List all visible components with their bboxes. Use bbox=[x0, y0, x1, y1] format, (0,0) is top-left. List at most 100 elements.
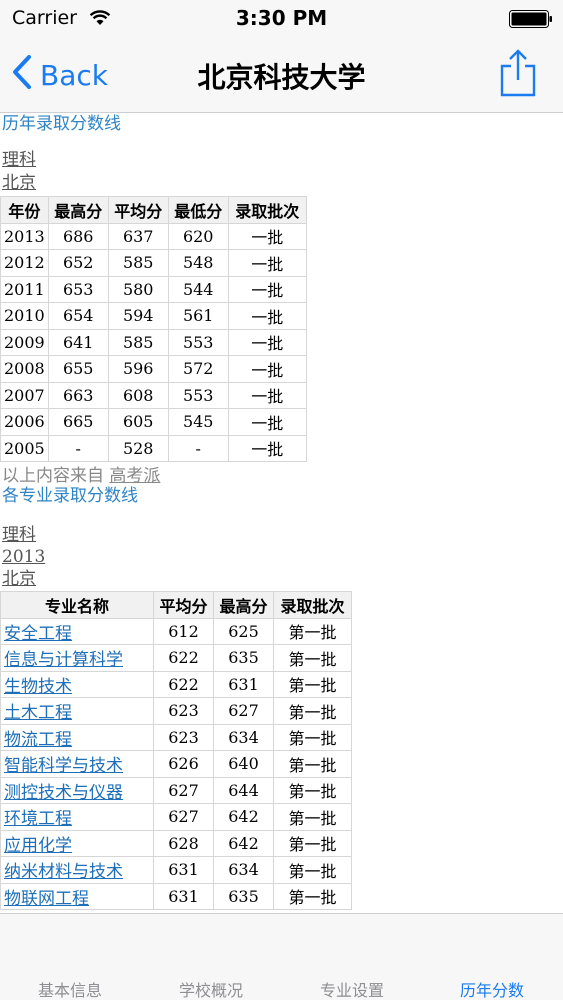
score-cell: 580 bbox=[107, 275, 169, 303]
source-link[interactable]: 高考派 bbox=[109, 466, 160, 486]
major-link[interactable]: 智能科学与技术 bbox=[0, 750, 154, 778]
score-cell: 620 bbox=[167, 222, 229, 250]
batch-cell: 一批 bbox=[227, 408, 307, 436]
score-cell: 653 bbox=[47, 275, 109, 303]
section-title-history[interactable]: 历年录取分数线 bbox=[2, 113, 121, 135]
score-cell: 622 bbox=[153, 644, 214, 672]
subject-label[interactable]: 理科 bbox=[2, 149, 36, 171]
year-cell: 2013 bbox=[0, 222, 49, 250]
batch-cell: 一批 bbox=[227, 328, 307, 356]
share-icon bbox=[500, 49, 536, 97]
source-prefix: 以上内容来自 bbox=[2, 466, 104, 486]
table-row: 测控技术与仪器 627 644 第一批 bbox=[0, 776, 352, 804]
score-cell: 635 bbox=[213, 644, 274, 672]
batch-cell: 第一批 bbox=[273, 829, 352, 857]
score-cell: 553 bbox=[167, 328, 229, 356]
table-row: 物流工程 623 634 第一批 bbox=[0, 723, 352, 751]
table-row: 纳米材料与技术 631 634 第一批 bbox=[0, 856, 352, 884]
column-header: 最低分 bbox=[167, 196, 229, 224]
major-link[interactable]: 物流工程 bbox=[0, 723, 154, 751]
column-header: 录取批次 bbox=[273, 591, 352, 619]
column-header: 录取批次 bbox=[227, 196, 307, 224]
table-row: 2006 665 605 545 一批 bbox=[0, 408, 307, 436]
score-cell: 585 bbox=[107, 328, 169, 356]
score-cell: 640 bbox=[213, 750, 274, 778]
major-link[interactable]: 纳米材料与技术 bbox=[0, 856, 154, 884]
section-title-majors[interactable]: 各专业录取分数线 bbox=[2, 485, 138, 507]
table-row: 土木工程 623 627 第一批 bbox=[0, 697, 352, 725]
battery-icon bbox=[509, 10, 553, 28]
year-cell: 2007 bbox=[0, 381, 49, 409]
table-row: 2008 655 596 572 一批 bbox=[0, 355, 307, 383]
major-link[interactable]: 物联网工程 bbox=[0, 882, 154, 910]
subject-label-2[interactable]: 理科 bbox=[2, 524, 36, 546]
table-row: 2010 654 594 561 一批 bbox=[0, 302, 307, 330]
table-row: 生物技术 622 631 第一批 bbox=[0, 670, 352, 698]
history-score-table: 年份 最高分 平均分 最低分 录取批次 2013 686 637 620 一批 2012 652 58… bbox=[0, 196, 307, 462]
web-content[interactable]: 历年录取分数线 理科 北京 年份 最高分 平均分 最低分 录取批次 2013 686 637… bbox=[0, 113, 563, 913]
table-row: 2013 686 637 620 一批 bbox=[0, 222, 307, 250]
score-cell: 627 bbox=[153, 776, 214, 804]
score-cell: 641 bbox=[47, 328, 109, 356]
score-cell: 612 bbox=[153, 617, 214, 645]
major-link[interactable]: 应用化学 bbox=[0, 829, 154, 857]
tab-2[interactable]: 学校概况 bbox=[141, 977, 281, 1000]
major-link[interactable]: 土木工程 bbox=[0, 697, 154, 725]
column-header: 专业名称 bbox=[0, 591, 154, 619]
table-row: 2007 663 608 553 一批 bbox=[0, 381, 307, 409]
tab-4[interactable]: 历年分数 bbox=[422, 977, 562, 1000]
score-cell: 627 bbox=[153, 803, 214, 831]
table-row: 2005-528- 一批 bbox=[0, 434, 307, 462]
year-cell: 2005 bbox=[0, 434, 49, 462]
score-cell: 622 bbox=[153, 670, 214, 698]
score-cell: 545 bbox=[167, 408, 229, 436]
batch-cell: 第一批 bbox=[273, 776, 352, 804]
major-link[interactable]: 测控技术与仪器 bbox=[0, 776, 154, 804]
column-header: 年份 bbox=[0, 196, 49, 224]
table-header-row: 专业名称 平均分 最高分 录取批次 bbox=[0, 591, 352, 619]
major-link[interactable]: 环境工程 bbox=[0, 803, 154, 831]
score-cell: 634 bbox=[213, 723, 274, 751]
score-cell: 596 bbox=[107, 355, 169, 383]
table-row: 环境工程 627 642 第一批 bbox=[0, 803, 352, 831]
tab-3[interactable]: 专业设置 bbox=[282, 977, 422, 1000]
column-header: 平均分 bbox=[153, 591, 214, 619]
region-label[interactable]: 北京 bbox=[2, 172, 36, 194]
score-cell: 625 bbox=[213, 617, 274, 645]
score-cell: 631 bbox=[213, 670, 274, 698]
score-cell: 626 bbox=[153, 750, 214, 778]
score-cell: 561 bbox=[167, 302, 229, 330]
score-cell: 528 bbox=[107, 434, 169, 462]
batch-cell: 第一批 bbox=[273, 750, 352, 778]
region-label-2[interactable]: 北京 bbox=[2, 568, 36, 590]
score-cell: 631 bbox=[153, 856, 214, 884]
batch-cell: 第一批 bbox=[273, 856, 352, 884]
major-link[interactable]: 安全工程 bbox=[0, 617, 154, 645]
table-header-row: 年份 最高分 平均分 最低分 录取批次 bbox=[0, 196, 307, 224]
score-cell: 628 bbox=[153, 829, 214, 857]
table-row: 物联网工程 631 635 第一批 bbox=[0, 882, 352, 910]
score-cell: 608 bbox=[107, 381, 169, 409]
year-label[interactable]: 2013 bbox=[2, 546, 45, 568]
score-cell: 652 bbox=[47, 249, 109, 277]
score-cell: 642 bbox=[213, 803, 274, 831]
batch-cell: 第一批 bbox=[273, 617, 352, 645]
batch-cell: 第一批 bbox=[273, 644, 352, 672]
tab-1[interactable]: 基本信息 bbox=[0, 977, 140, 1000]
score-cell: 634 bbox=[213, 856, 274, 884]
status-bar: Carrier 3:30 PM bbox=[0, 0, 563, 36]
major-link[interactable]: 信息与计算科学 bbox=[0, 644, 154, 672]
major-link[interactable]: 生物技术 bbox=[0, 670, 154, 698]
table-row: 安全工程 612 625 第一批 bbox=[0, 617, 352, 645]
batch-cell: 一批 bbox=[227, 302, 307, 330]
page-title: 北京科技大学 bbox=[197, 61, 366, 94]
source-note: 以上内容来自 高考派 bbox=[2, 461, 160, 486]
batch-cell: 一批 bbox=[227, 355, 307, 383]
score-cell: - bbox=[47, 434, 109, 462]
share-button[interactable] bbox=[500, 48, 536, 102]
batch-cell: 一批 bbox=[227, 249, 307, 277]
major-score-table: 专业名称 平均分 最高分 录取批次 安全工程 612 625 第一批 信息与计算科学 622 63… bbox=[0, 591, 352, 910]
year-cell: 2010 bbox=[0, 302, 49, 330]
score-cell: 665 bbox=[47, 408, 109, 436]
batch-cell: 一批 bbox=[227, 222, 307, 250]
